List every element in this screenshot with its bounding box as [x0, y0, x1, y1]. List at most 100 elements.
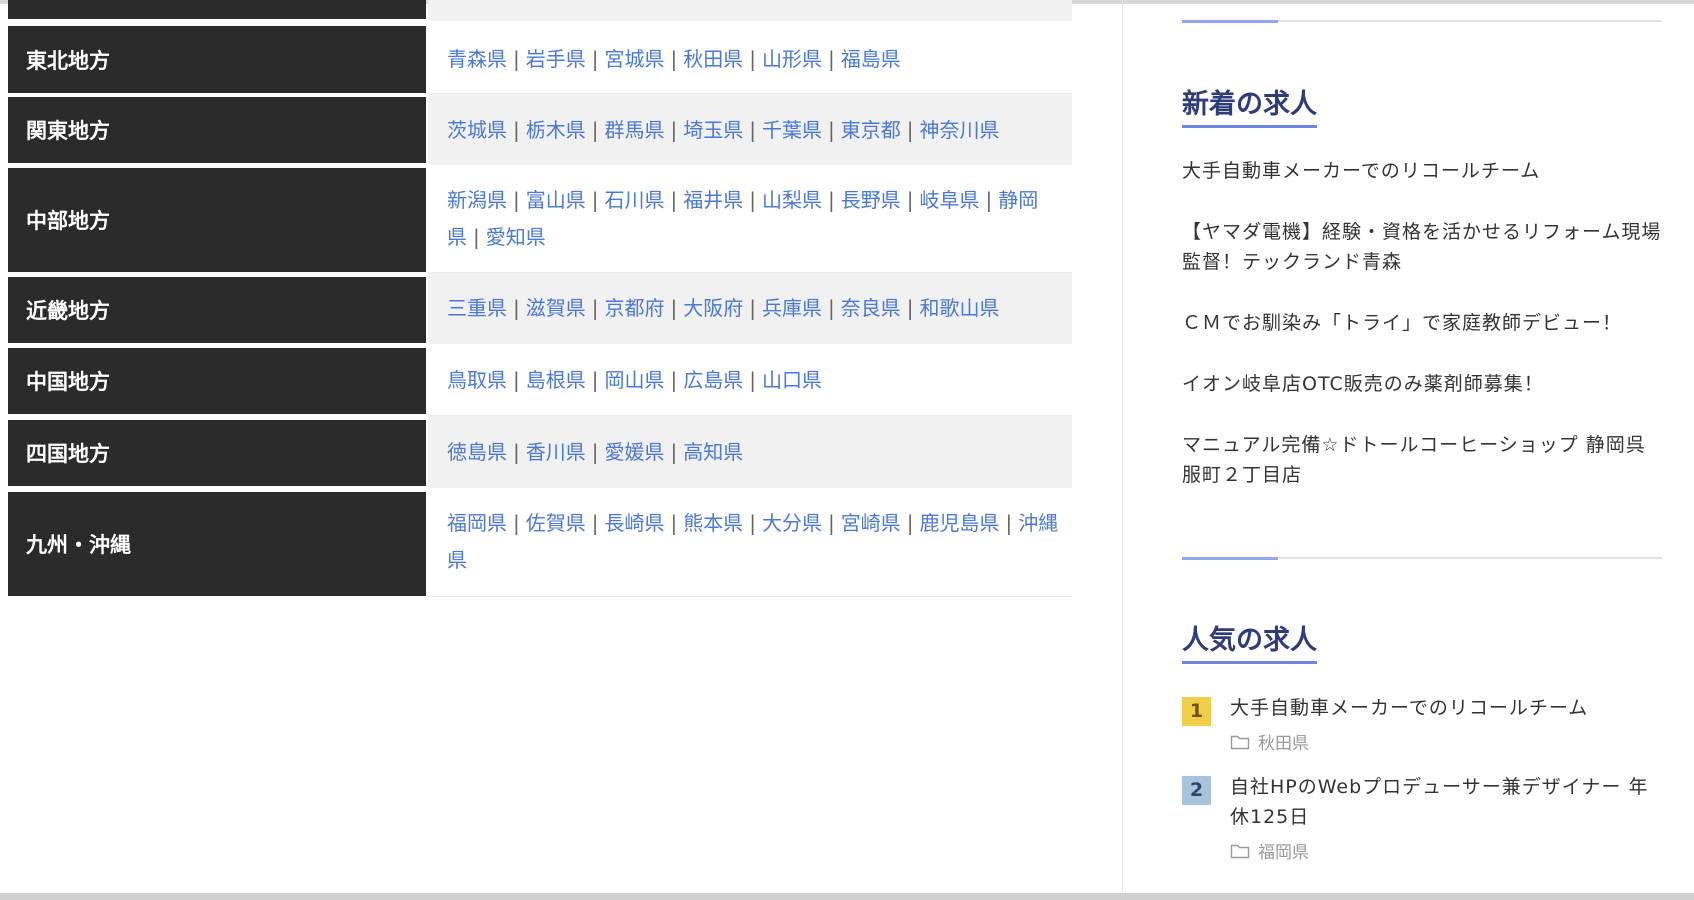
region-header: 中部地方	[8, 168, 426, 272]
separator: |	[906, 296, 914, 320]
new-job-link[interactable]: マニュアル完備☆ドトールコーヒーショップ 静岡呉服町２丁目店	[1182, 430, 1662, 490]
new-jobs-heading: 新着の求人	[1182, 82, 1317, 128]
prefecture-link[interactable]: 滋賀県	[526, 296, 586, 320]
separator: |	[906, 118, 914, 142]
separator: |	[591, 368, 599, 392]
prefecture-link[interactable]: 茨城県	[447, 118, 507, 142]
region-header: 近畿地方	[8, 277, 426, 343]
prefecture-link[interactable]: 長崎県	[605, 511, 665, 535]
prefecture-link[interactable]: 秋田県	[683, 47, 743, 71]
new-job-link[interactable]: イオン岐阜店OTC販売のみ薬剤師募集！	[1182, 369, 1662, 399]
prefecture-link[interactable]: 長野県	[841, 188, 901, 212]
bottom-scroll-edge	[0, 893, 1694, 900]
prefecture-link[interactable]: 福岡県	[447, 511, 507, 535]
prefecture-link[interactable]: 大阪府	[683, 296, 743, 320]
prefecture-link[interactable]: 福井県	[683, 188, 743, 212]
prefecture-link[interactable]: 島根県	[526, 368, 586, 392]
prefecture-link[interactable]: 栃木県	[526, 118, 586, 142]
popular-jobs-list: 1 大手自動車メーカーでのリコールチーム 秋田県 2 自社HPのWebプロデュー…	[1182, 693, 1662, 881]
prefecture-link[interactable]: 宮崎県	[841, 511, 901, 535]
separator: |	[906, 511, 914, 535]
section-divider-accent	[1182, 20, 1278, 23]
separator: |	[985, 188, 993, 212]
section-divider	[1182, 20, 1662, 23]
separator: |	[1005, 511, 1013, 535]
new-job-link[interactable]: 大手自動車メーカーでのリコールチーム	[1182, 156, 1662, 186]
ranking-item: 2 自社HPのWebプロデューサー兼デザイナー 年休125日 福岡県	[1182, 772, 1662, 863]
prefecture-link[interactable]: 鹿児島県	[920, 511, 1000, 535]
region-header: 関東地方	[8, 97, 426, 163]
prefecture-link[interactable]: 山形県	[762, 47, 822, 71]
prefecture-link[interactable]: 愛媛県	[605, 440, 665, 464]
region-header: 九州・沖縄	[8, 492, 426, 596]
region-prefectures	[428, 0, 1072, 21]
separator: |	[749, 188, 756, 212]
prefecture-link[interactable]: 徳島県	[447, 440, 507, 464]
region-row: 四国地方 徳島県 | 香川県 | 愛媛県 | 高知県	[8, 416, 1072, 488]
sidebar-divider	[1122, 0, 1123, 893]
ranking-category: 秋田県	[1230, 729, 1662, 754]
region-header	[8, 0, 426, 19]
rank-badge: 1	[1182, 697, 1211, 726]
prefecture-link[interactable]: 京都府	[605, 296, 665, 320]
prefecture-link[interactable]: 神奈川県	[920, 118, 1000, 142]
prefecture-link[interactable]: 東京都	[841, 118, 901, 142]
region-prefectures: 茨城県 | 栃木県 | 群馬県 | 埼玉県 | 千葉県 | 東京都 | 神奈川県	[428, 94, 1072, 165]
prefecture-link[interactable]: 和歌山県	[920, 296, 1000, 320]
separator: |	[670, 188, 678, 212]
prefecture-link[interactable]: 奈良県	[841, 296, 901, 320]
region-prefectures: 徳島県 | 香川県 | 愛媛県 | 高知県	[428, 416, 1072, 488]
prefecture-link[interactable]: 富山県	[526, 188, 586, 212]
prefecture-link[interactable]: 山口県	[762, 368, 822, 392]
ranking-job-link[interactable]: 自社HPのWebプロデューサー兼デザイナー 年休125日	[1230, 772, 1662, 832]
prefecture-link[interactable]: 山梨県	[762, 188, 822, 212]
separator: |	[513, 440, 520, 464]
prefecture-link[interactable]: 大分県	[762, 511, 822, 535]
prefecture-link[interactable]: 高知県	[683, 440, 743, 464]
prefecture-link[interactable]: 熊本県	[683, 511, 743, 535]
new-job-link[interactable]: ＣＭでお馴染み「トライ」で家庭教師デビュー！	[1182, 308, 1662, 338]
prefecture-link[interactable]: 福島県	[841, 47, 901, 71]
prefecture-link[interactable]: 鳥取県	[447, 368, 507, 392]
new-jobs-list: 大手自動車メーカーでのリコールチーム 【ヤマダ電機】経験・資格を活かせるリフォー…	[1182, 156, 1662, 521]
region-header: 東北地方	[8, 26, 426, 93]
separator: |	[591, 440, 599, 464]
prefecture-link[interactable]: 岩手県	[526, 47, 586, 71]
separator: |	[591, 47, 599, 71]
prefecture-link[interactable]: 兵庫県	[762, 296, 822, 320]
region-row: 東北地方 青森県 | 岩手県 | 宮城県 | 秋田県 | 山形県 | 福島県	[8, 23, 1072, 94]
prefecture-link[interactable]: 香川県	[526, 440, 586, 464]
region-row: 中国地方 鳥取県 | 島根県 | 岡山県 | 広島県 | 山口県	[8, 344, 1072, 416]
separator: |	[749, 511, 756, 535]
prefecture-link[interactable]: 岐阜県	[920, 188, 980, 212]
folder-icon	[1230, 844, 1250, 858]
region-row	[8, 0, 1072, 21]
prefecture-link[interactable]: 青森県	[447, 47, 507, 71]
prefecture-link[interactable]: 岡山県	[605, 368, 665, 392]
region-prefectures: 青森県 | 岩手県 | 宮城県 | 秋田県 | 山形県 | 福島県	[428, 23, 1072, 94]
prefecture-link[interactable]: 石川県	[605, 188, 665, 212]
region-prefectures: 三重県 | 滋賀県 | 京都府 | 大阪府 | 兵庫県 | 奈良県 | 和歌山県	[428, 273, 1072, 344]
separator: |	[828, 118, 835, 142]
prefecture-link[interactable]: 佐賀県	[526, 511, 586, 535]
ranking-category-link[interactable]: 福岡県	[1258, 838, 1309, 863]
region-header: 四国地方	[8, 420, 426, 486]
separator: |	[513, 296, 520, 320]
prefecture-link[interactable]: 愛知県	[486, 225, 546, 249]
prefecture-link[interactable]: 三重県	[447, 296, 507, 320]
ranking-job-link[interactable]: 大手自動車メーカーでのリコールチーム	[1230, 693, 1662, 723]
prefecture-link[interactable]: 広島県	[683, 368, 743, 392]
prefecture-link[interactable]: 群馬県	[605, 118, 665, 142]
prefecture-link[interactable]: 新潟県	[447, 188, 507, 212]
section-divider-accent	[1182, 557, 1278, 560]
prefecture-link[interactable]: 埼玉県	[683, 118, 743, 142]
separator: |	[749, 296, 756, 320]
prefecture-link[interactable]: 千葉県	[762, 118, 822, 142]
separator: |	[670, 118, 678, 142]
separator: |	[513, 47, 520, 71]
separator: |	[670, 47, 678, 71]
new-job-link[interactable]: 【ヤマダ電機】経験・資格を活かせるリフォーム現場監督！テックランド青森	[1182, 217, 1662, 277]
prefecture-link[interactable]: 宮城県	[605, 47, 665, 71]
page: 東北地方 青森県 | 岩手県 | 宮城県 | 秋田県 | 山形県 | 福島県 関東地方 茨城県 | 栃木…	[0, 0, 1694, 900]
ranking-category-link[interactable]: 秋田県	[1258, 729, 1309, 754]
